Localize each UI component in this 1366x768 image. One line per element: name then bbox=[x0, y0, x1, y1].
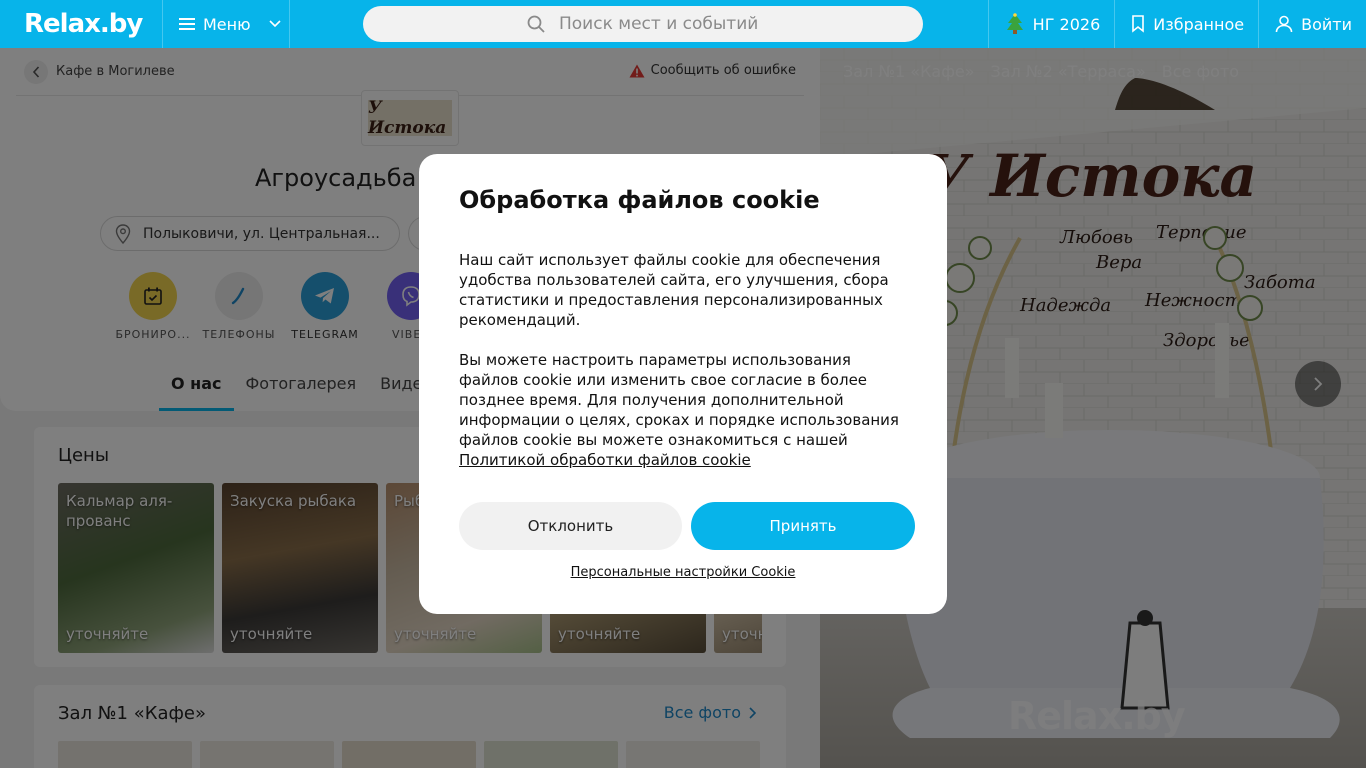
search-placeholder: Поиск мест и событий bbox=[559, 14, 759, 34]
login-link[interactable]: Войти bbox=[1258, 0, 1366, 48]
chevron-down-icon bbox=[269, 20, 281, 28]
user-icon bbox=[1275, 15, 1293, 33]
accept-button[interactable]: Принять bbox=[691, 502, 915, 550]
site-logo[interactable]: Relax.by bbox=[24, 8, 143, 40]
search-input[interactable]: Поиск мест и событий bbox=[363, 6, 923, 42]
cookie-policy-link[interactable]: Политикой обработки файлов cookie bbox=[459, 451, 751, 469]
cookie-text: Наш сайт использует файлы cookie для обе… bbox=[459, 250, 909, 470]
new-year-link[interactable]: НГ 2026 bbox=[987, 0, 1115, 48]
menu-button[interactable]: Меню bbox=[162, 0, 290, 48]
cookie-paragraph-2-text: Вы можете настроить параметры использова… bbox=[459, 351, 899, 449]
decline-button[interactable]: Отклонить bbox=[459, 502, 682, 550]
cookie-title: Обработка файлов cookie bbox=[459, 186, 820, 214]
cookie-paragraph-1: Наш сайт использует файлы cookie для обе… bbox=[459, 251, 889, 329]
new-year-label: НГ 2026 bbox=[1032, 14, 1101, 34]
hamburger-icon bbox=[179, 18, 195, 30]
cookie-settings-link[interactable]: Персональные настройки Cookie bbox=[419, 565, 947, 580]
search-icon bbox=[527, 15, 545, 33]
login-label: Войти bbox=[1301, 14, 1352, 34]
cookie-dialog: Обработка файлов cookie Наш сайт использ… bbox=[419, 154, 947, 614]
menu-label: Меню bbox=[203, 14, 251, 34]
favorites-label: Избранное bbox=[1153, 14, 1245, 34]
christmas-tree-icon bbox=[1006, 13, 1023, 34]
top-header: Relax.by Меню Поиск мест и событий НГ 20… bbox=[0, 0, 1366, 48]
bookmark-icon bbox=[1132, 15, 1145, 33]
favorites-link[interactable]: Избранное bbox=[1114, 0, 1258, 48]
cookie-paragraph-2: Вы можете настроить параметры использова… bbox=[459, 350, 909, 470]
